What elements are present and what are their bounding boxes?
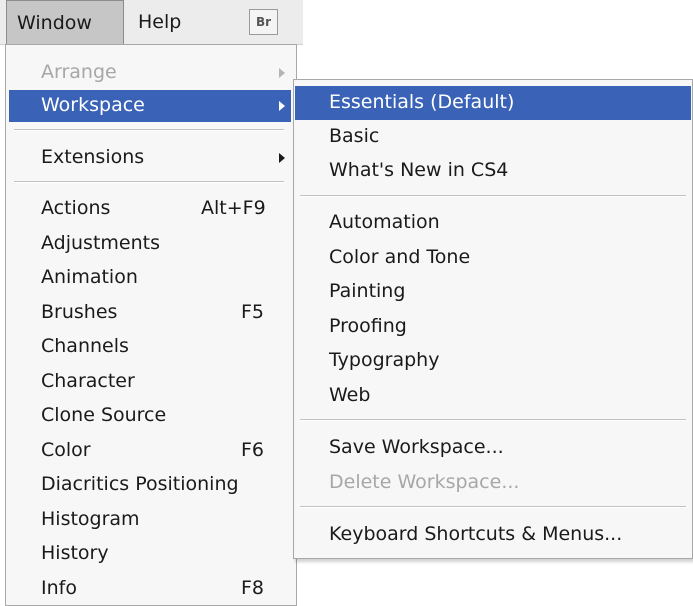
submenu-arrow-icon: [279, 68, 285, 78]
menu-item-label: Clone Source: [41, 404, 167, 426]
workspace-painting[interactable]: Painting: [295, 275, 691, 309]
menu-item-label: Adjustments: [41, 231, 160, 254]
shortcut-label: F5: [241, 300, 265, 323]
menu-item-label: Painting: [329, 280, 406, 302]
save-workspace-item[interactable]: Save Workspace...: [295, 431, 691, 465]
workspace-color-and-tone[interactable]: Color and Tone: [295, 241, 691, 275]
menu-item-label: Workspace: [41, 94, 145, 116]
menu-bar: Window Help Br: [0, 0, 303, 45]
menu-item-label: Actions: [41, 197, 111, 219]
menu-item-label: History: [41, 542, 109, 564]
menu-item-label: Extensions: [41, 146, 145, 168]
menu-item-character[interactable]: Character: [9, 366, 291, 398]
menu-separator: [14, 129, 284, 131]
shortcut-label: F8: [241, 576, 265, 599]
menu-window[interactable]: Window: [6, 0, 124, 44]
menu-item-brushes[interactable]: Brushes F5: [9, 297, 291, 329]
menu-item-label: Brushes: [41, 300, 118, 323]
menu-item-adjustments[interactable]: Adjustments: [9, 228, 291, 260]
keyboard-shortcuts-item[interactable]: Keyboard Shortcuts & Menus...: [295, 518, 691, 552]
menu-item-label: Arrange: [41, 61, 117, 83]
bridge-button[interactable]: Br: [249, 9, 278, 35]
menu-item-label: Histogram: [41, 507, 140, 530]
workspace-basic[interactable]: Basic: [295, 120, 691, 154]
delete-workspace-item: Delete Workspace...: [295, 466, 691, 500]
menu-help[interactable]: Help: [128, 0, 200, 44]
workspace-web[interactable]: Web: [295, 379, 691, 413]
menu-item-label: Diacritics Positioning: [41, 473, 239, 495]
menu-item-extensions[interactable]: Extensions: [9, 142, 291, 174]
workspace-proofing[interactable]: Proofing: [295, 310, 691, 344]
menu-item-clone-source[interactable]: Clone Source: [9, 400, 291, 432]
menu-item-label: Web: [329, 383, 371, 406]
menu-item-label: Keyboard Shortcuts & Menus...: [329, 523, 623, 545]
menu-item-color[interactable]: Color F6: [9, 435, 291, 467]
menu-item-info[interactable]: Info F8: [9, 573, 291, 605]
menu-item-label: Basic: [329, 125, 380, 147]
menu-item-actions[interactable]: Actions Alt+F9: [9, 193, 291, 225]
shortcut-label: Alt+F9: [201, 197, 266, 219]
menu-item-label: Essentials (Default): [329, 91, 515, 113]
menu-item-label: Channels: [41, 335, 129, 357]
menu-item-label: What's New in CS4: [329, 159, 509, 181]
shortcut-label: F6: [241, 438, 265, 461]
menu-item-label: Typography: [329, 349, 440, 371]
workspace-essentials[interactable]: Essentials (Default): [295, 86, 691, 120]
menu-item-label: Color: [41, 438, 91, 461]
submenu-arrow-icon: [279, 153, 285, 163]
menu-item-label: Automation: [329, 211, 440, 233]
menu-separator: [300, 506, 686, 508]
workspace-automation[interactable]: Automation: [295, 206, 691, 240]
menu-item-label: Info: [41, 576, 77, 599]
menu-separator: [14, 181, 284, 183]
window-menu: Arrange Workspace Extensions Actions Alt…: [5, 44, 297, 606]
submenu-arrow-icon: [279, 101, 285, 111]
menu-item-workspace[interactable]: Workspace: [9, 90, 291, 122]
menu-item-label: Color and Tone: [329, 245, 471, 268]
menu-item-history[interactable]: History: [9, 538, 291, 570]
menu-item-label: Character: [41, 369, 135, 392]
menu-item-diacritics-positioning[interactable]: Diacritics Positioning: [9, 469, 291, 501]
menu-item-channels[interactable]: Channels: [9, 331, 291, 363]
menu-item-label: Save Workspace...: [329, 436, 504, 458]
workspace-whats-new[interactable]: What's New in CS4: [295, 154, 691, 188]
menu-item-histogram[interactable]: Histogram: [9, 504, 291, 536]
menu-item-arrange: Arrange: [9, 57, 291, 89]
menu-separator: [300, 419, 686, 421]
menu-item-label: Proofing: [329, 314, 407, 337]
workspace-submenu: Essentials (Default) Basic What's New in…: [293, 79, 693, 559]
menu-item-label: Animation: [41, 266, 138, 288]
workspace-typography[interactable]: Typography: [295, 344, 691, 378]
menu-separator: [300, 195, 686, 197]
menu-item-animation[interactable]: Animation: [9, 262, 291, 294]
menu-item-label: Delete Workspace...: [329, 471, 520, 493]
